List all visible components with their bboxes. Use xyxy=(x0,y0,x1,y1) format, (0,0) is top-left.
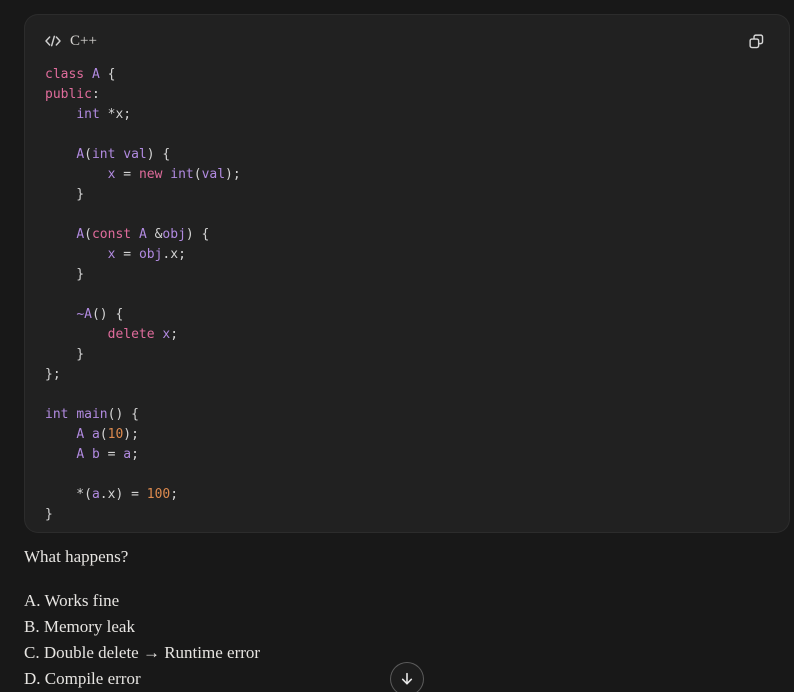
language-indicator: C++ xyxy=(45,33,97,50)
code-line: A a(10); xyxy=(76,427,139,442)
code-line: }; xyxy=(45,367,61,382)
code-line: A b = a; xyxy=(76,447,139,462)
code-line: x = new int(val); xyxy=(107,167,241,182)
code-body: class A { public: int *x; A(int val) { x … xyxy=(45,65,769,525)
code-line: *(a.x) = 100; xyxy=(45,487,179,502)
language-label: C++ xyxy=(70,32,97,49)
code-line: int main() { xyxy=(45,407,139,422)
answer-option: A. Works fine xyxy=(24,591,120,610)
code-block: C++ class A { public: int *x; A(int val) … xyxy=(24,14,790,533)
scroll-to-bottom-button[interactable] xyxy=(390,662,424,692)
copy-icon xyxy=(748,33,765,50)
code-line: ~A() { xyxy=(76,307,124,322)
code-line: } xyxy=(45,187,85,202)
code-line: int *x; xyxy=(76,107,132,122)
code-block-header: C++ xyxy=(45,27,769,55)
code-line: } xyxy=(45,507,53,522)
code-line: A(int val) { xyxy=(76,147,171,162)
code-line: A(const A &obj) { xyxy=(76,227,210,242)
chat-page: C++ class A { public: int *x; A(int val) … xyxy=(0,0,794,692)
question-prompt: What happens? xyxy=(24,547,129,566)
answer-option: C. Double delete → Runtime error xyxy=(24,643,261,662)
code-icon xyxy=(45,34,61,48)
code-line: } xyxy=(45,347,85,362)
code-line: } xyxy=(45,267,85,282)
code-line: class A { xyxy=(45,67,116,82)
code-line: public: xyxy=(45,87,100,102)
arrow-down-icon xyxy=(399,671,415,687)
answer-option: B. Memory leak xyxy=(24,617,135,636)
code-line: x = obj.x; xyxy=(107,247,186,262)
copy-code-button[interactable] xyxy=(743,28,769,54)
code-line: delete x; xyxy=(107,327,179,342)
